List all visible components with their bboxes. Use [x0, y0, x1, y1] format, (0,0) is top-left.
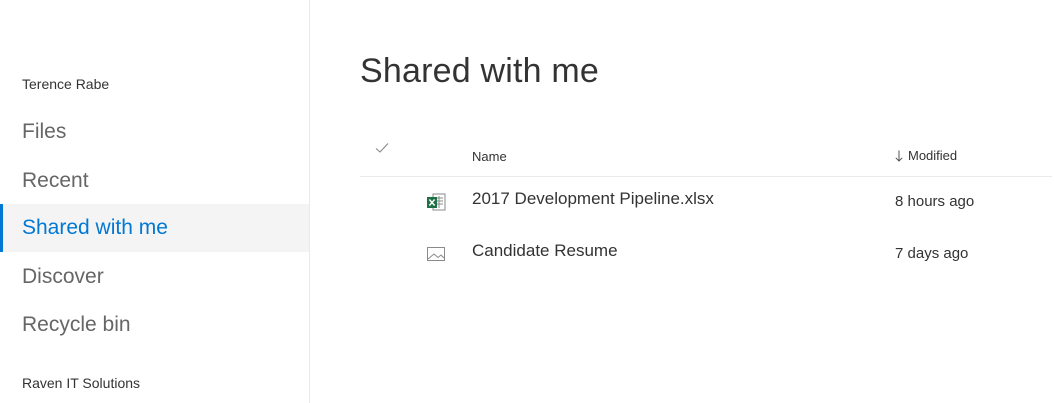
column-header-name[interactable]: Name: [472, 149, 507, 164]
left-navigation: Terence Rabe Files Recent Shared with me…: [0, 0, 310, 403]
file-list: Name Modified 2017 Development Pipeline.…: [360, 132, 1052, 281]
column-header-modified-label: Modified: [908, 148, 958, 163]
user-name-heading: Terence Rabe: [22, 76, 110, 92]
image-file-icon: [426, 244, 446, 264]
nav-item-files[interactable]: Files: [0, 108, 309, 156]
page-title: Shared with me: [360, 52, 600, 90]
file-modified-date: 8 hours ago: [895, 193, 975, 210]
file-name-link[interactable]: Candidate Resume: [472, 241, 618, 261]
file-name-link[interactable]: 2017 Development Pipeline.xlsx: [472, 189, 714, 209]
nav-item-shared-with-me[interactable]: Shared with me: [0, 204, 309, 252]
nav-item-recent[interactable]: Recent: [0, 157, 309, 205]
column-header-modified[interactable]: Modified: [895, 148, 957, 163]
main-content: Shared with me Name Modified 2017 Develo…: [310, 0, 1054, 403]
file-row[interactable]: 2017 Development Pipeline.xlsx 8 hours a…: [360, 177, 1052, 229]
file-row[interactable]: Candidate Resume 7 days ago: [360, 229, 1052, 281]
nav-item-discover[interactable]: Discover: [0, 253, 309, 301]
checkmark-icon[interactable]: [374, 140, 390, 156]
nav-item-recycle-bin[interactable]: Recycle bin: [0, 301, 309, 349]
sort-down-arrow-icon: [895, 150, 903, 162]
file-modified-date: 7 days ago: [895, 245, 969, 262]
list-header: Name Modified: [360, 132, 1052, 177]
excel-file-icon: [426, 192, 446, 212]
onedrive-app: Terence Rabe Files Recent Shared with me…: [0, 0, 1054, 403]
organization-heading: Raven IT Solutions: [22, 375, 141, 391]
